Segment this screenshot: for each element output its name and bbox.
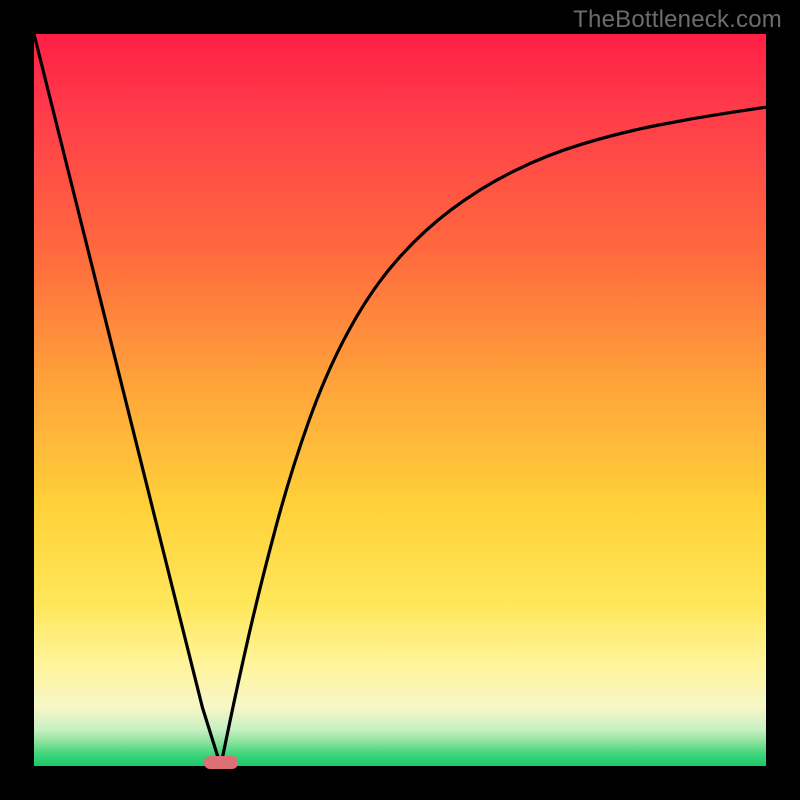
plot-area: [34, 34, 766, 766]
curve-path: [34, 34, 766, 766]
optimum-marker: [204, 756, 238, 769]
bottleneck-curve: [34, 34, 766, 766]
watermark-text: TheBottleneck.com: [573, 6, 782, 34]
chart-frame: TheBottleneck.com: [0, 0, 800, 800]
